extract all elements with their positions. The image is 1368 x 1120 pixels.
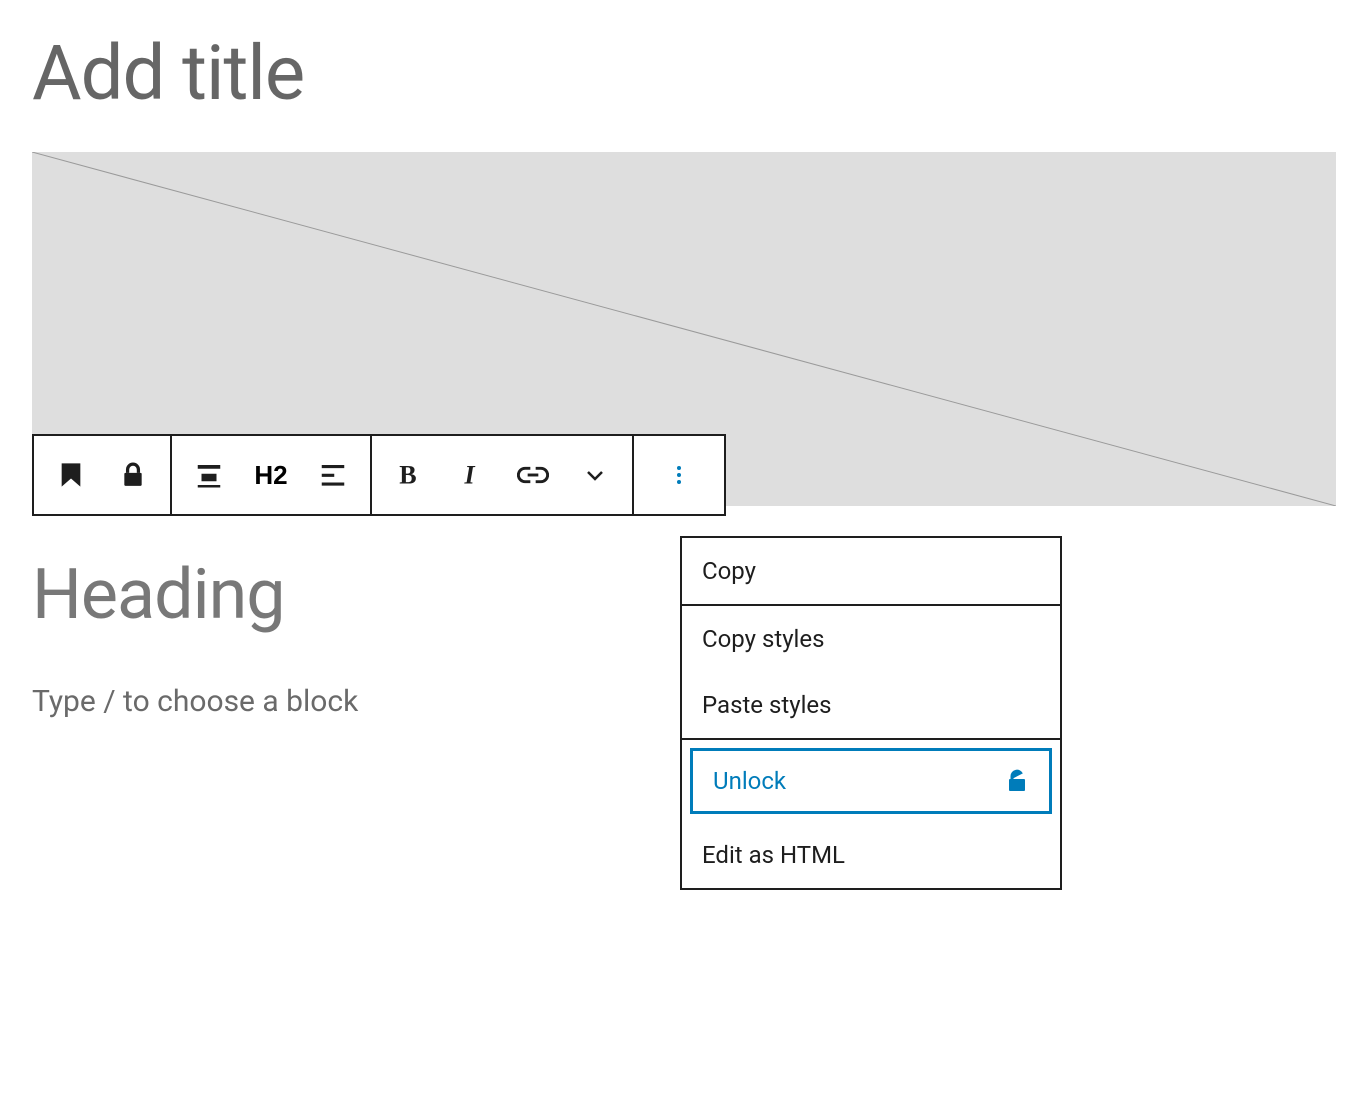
menu-item-label: Copy styles (702, 625, 825, 653)
chevron-down-icon (583, 463, 607, 487)
menu-item-label: Unlock (713, 767, 786, 795)
toolbar-group-block (32, 434, 172, 516)
bold-button[interactable]: B (378, 444, 440, 506)
block-options-menu: Copy Copy styles Paste styles Unlock Edi… (680, 536, 1062, 890)
italic-icon: I (458, 462, 484, 488)
align-button[interactable] (178, 444, 240, 506)
text-align-button[interactable] (302, 444, 364, 506)
block-type-button[interactable] (40, 444, 102, 506)
toolbar-group-options (634, 434, 726, 516)
bookmark-icon (57, 461, 85, 489)
align-icon (194, 460, 224, 490)
menu-item-copy[interactable]: Copy (682, 538, 1060, 604)
toolbar-group-format: B I (372, 434, 634, 516)
menu-item-copy-styles[interactable]: Copy styles (682, 606, 1060, 672)
unlock-icon (1005, 769, 1029, 793)
svg-text:B: B (399, 462, 416, 488)
svg-text:I: I (464, 462, 476, 488)
more-format-button[interactable] (564, 444, 626, 506)
block-options-button[interactable] (648, 444, 710, 506)
menu-divider (682, 738, 1060, 740)
bold-icon: B (396, 462, 422, 488)
more-vertical-icon (667, 463, 691, 487)
menu-item-paste-styles[interactable]: Paste styles (682, 672, 1060, 738)
menu-item-unlock[interactable]: Unlock (690, 748, 1052, 814)
post-title-input[interactable]: Add title (32, 28, 1336, 118)
heading-level-label: H2 (254, 460, 287, 491)
italic-button[interactable]: I (440, 444, 502, 506)
menu-item-label: Paste styles (702, 691, 832, 719)
lock-button[interactable] (102, 444, 164, 506)
lock-icon (120, 462, 146, 488)
heading-level-button[interactable]: H2 (240, 444, 302, 506)
text-align-left-icon (318, 460, 348, 490)
link-button[interactable] (502, 444, 564, 506)
menu-item-label: Edit as HTML (702, 841, 845, 869)
menu-item-edit-html[interactable]: Edit as HTML (682, 822, 1060, 888)
toolbar-group-heading: H2 (172, 434, 372, 516)
link-icon (517, 459, 549, 491)
menu-item-label: Copy (702, 557, 756, 585)
block-toolbar: H2 B I (32, 434, 726, 516)
